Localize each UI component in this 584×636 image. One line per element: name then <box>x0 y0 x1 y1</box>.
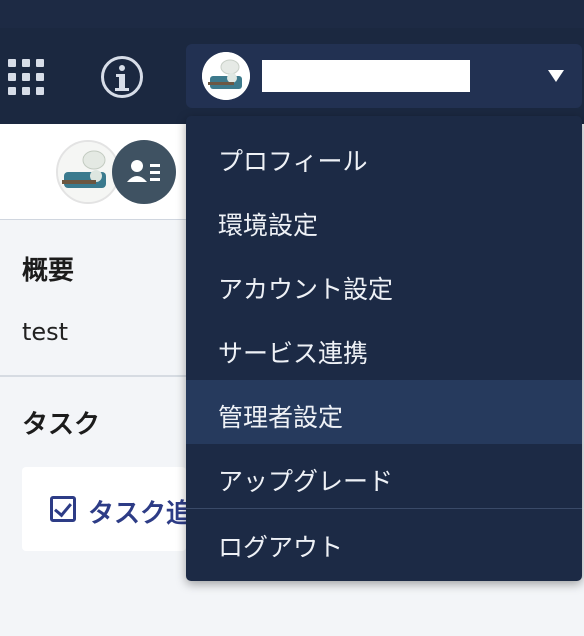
menu-item-label: 管理者設定 <box>218 403 344 432</box>
menu-item-label: ログアウト <box>218 533 344 562</box>
menu-item-admin-settings[interactable]: 管理者設定 <box>186 380 582 444</box>
summary-text: test <box>22 318 69 346</box>
account-name-redacted <box>262 60 470 92</box>
menu-item-label: 環境設定 <box>218 211 319 240</box>
menu-item-label: サービス連携 <box>218 339 369 368</box>
summary-heading: 概要 <box>22 256 75 286</box>
menu-item-preferences[interactable]: 環境設定 <box>186 188 582 252</box>
profile-avatar <box>56 140 120 204</box>
account-menu-button[interactable] <box>186 44 582 108</box>
section-divider <box>0 375 186 377</box>
menu-item-account-settings[interactable]: アカウント設定 <box>186 252 582 316</box>
menu-item-label: プロフィール <box>218 147 368 176</box>
user-avatar <box>202 52 250 100</box>
caret-down-icon <box>548 70 564 82</box>
menu-item-label: アカウント設定 <box>218 275 394 304</box>
info-icon[interactable] <box>101 56 143 98</box>
menu-item-label: アップグレード <box>218 467 394 496</box>
task-add-card[interactable]: タスク追加 <box>22 467 186 551</box>
checkbox-icon <box>50 496 76 522</box>
profile-avatar-row <box>0 124 186 220</box>
account-dropdown-menu: プロフィール 環境設定 アカウント設定 サービス連携 管理者設定 アップグレード… <box>186 116 582 581</box>
top-strip <box>0 0 584 28</box>
contact-card-icon[interactable] <box>112 140 176 204</box>
menu-item-service-integration[interactable]: サービス連携 <box>186 316 582 380</box>
menu-item-upgrade[interactable]: アップグレード <box>186 444 582 508</box>
task-heading: タスク <box>22 410 101 440</box>
menu-item-logout[interactable]: ログアウト <box>186 510 582 574</box>
task-add-button[interactable]: タスク追加 <box>88 493 186 530</box>
menu-divider <box>186 508 582 509</box>
grid-icon[interactable] <box>8 59 44 95</box>
menu-item-profile[interactable]: プロフィール <box>186 124 582 188</box>
